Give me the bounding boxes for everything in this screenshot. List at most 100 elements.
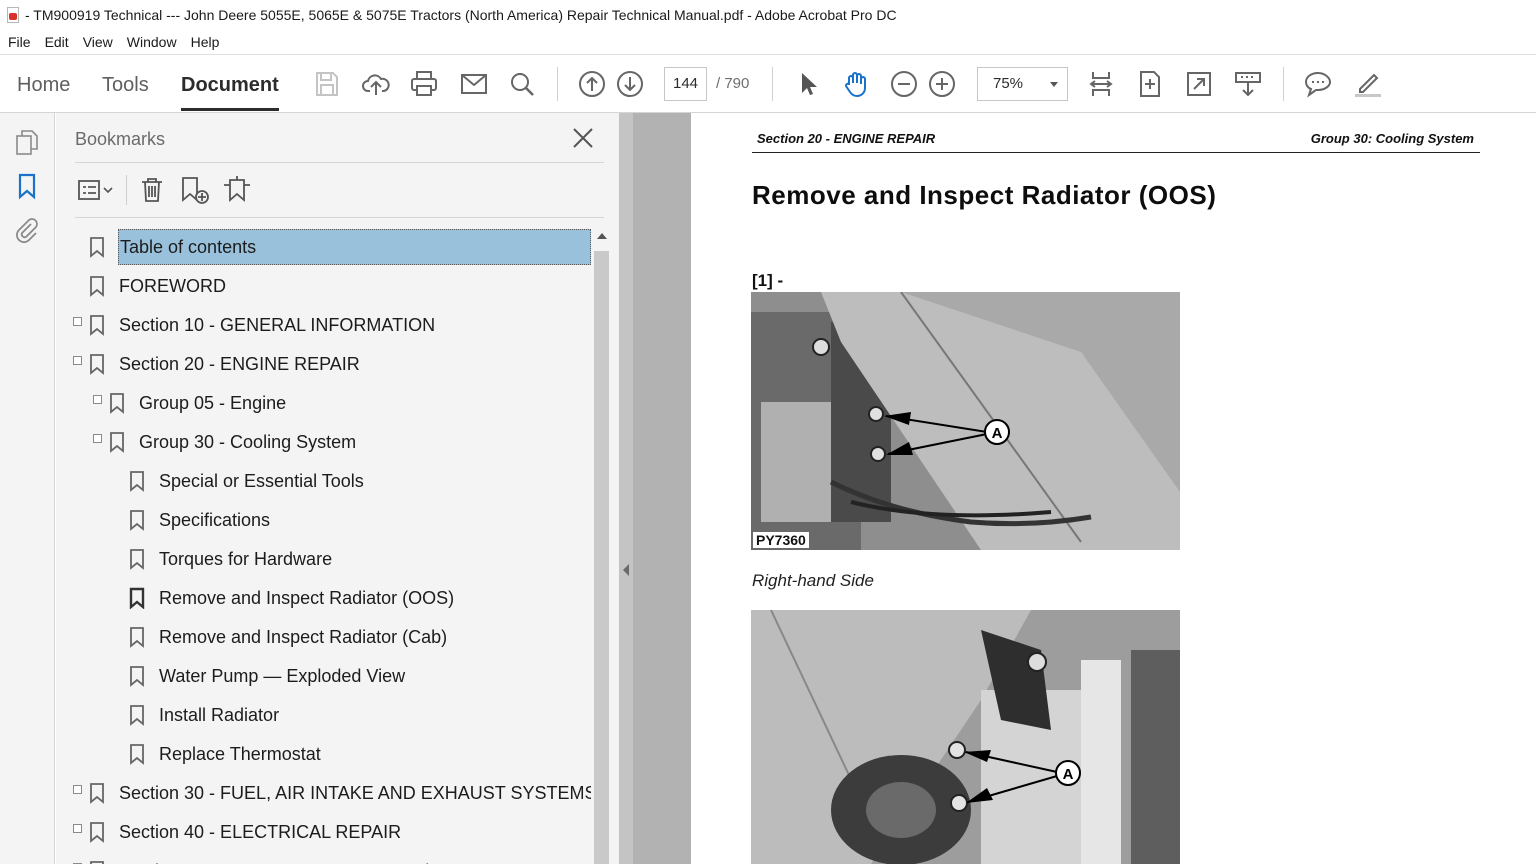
tab-tools[interactable]: Tools	[102, 74, 149, 97]
close-icon[interactable]	[570, 125, 596, 151]
callout-label: A	[992, 425, 1003, 442]
bookmark-item[interactable]: Group 05 - Engine	[109, 385, 287, 421]
bookmark-item-current[interactable]: Remove and Inspect Radiator (OOS)	[129, 580, 455, 616]
menu-bar: File Edit View Window Help	[0, 30, 1536, 54]
email-icon[interactable]	[457, 67, 491, 101]
zoom-out-icon[interactable]	[887, 67, 921, 101]
bookmark-item[interactable]: Remove and Inspect Radiator (Cab)	[129, 619, 448, 655]
cloud-upload-icon[interactable]	[359, 67, 393, 101]
bookmark-item[interactable]: Replace Thermostat	[129, 736, 322, 772]
highlight-pen-icon[interactable]	[1350, 67, 1384, 101]
bookmark-item[interactable]: Special or Essential Tools	[129, 463, 365, 499]
radiator-photo: A	[751, 292, 1180, 550]
next-page-icon[interactable]	[613, 67, 647, 101]
figure-caption: Right-hand Side	[752, 571, 874, 590]
bookmarks-panel: Bookmarks Table of contents FOREWORD Sec…	[56, 113, 619, 864]
attachments-icon[interactable]	[12, 215, 42, 245]
delete-bookmark-icon[interactable]	[137, 173, 167, 207]
bookmark-icon	[90, 861, 104, 864]
bookmark-item[interactable]: FOREWORD	[89, 268, 227, 304]
menu-edit[interactable]: Edit	[45, 34, 69, 50]
bookmark-item[interactable]: Section 40 - ELECTRICAL REPAIR	[89, 814, 402, 850]
expand-toggle[interactable]	[73, 824, 82, 833]
page-thumbnails-icon[interactable]	[12, 127, 42, 157]
print-icon[interactable]	[407, 67, 441, 101]
zoom-value: 75%	[993, 75, 1024, 92]
bookmarks-panel-icon[interactable]	[12, 171, 42, 201]
scroll-mode-icon[interactable]	[1231, 67, 1265, 101]
collapse-panel-handle[interactable]	[619, 113, 633, 864]
bookmark-icon	[130, 666, 144, 687]
divider	[126, 175, 127, 205]
bookmark-icon	[130, 744, 144, 765]
previous-page-icon[interactable]	[575, 67, 609, 101]
menu-view[interactable]: View	[83, 34, 113, 50]
expand-toggle[interactable]	[93, 395, 102, 404]
acrobat-pdf-icon	[5, 6, 21, 24]
window-title: - TM900919 Technical --- John Deere 5055…	[25, 7, 897, 23]
zoom-in-icon[interactable]	[925, 67, 959, 101]
select-cursor-icon[interactable]	[790, 67, 824, 101]
bookmark-options-icon[interactable]	[76, 173, 116, 207]
page-header: Section 20 - ENGINE REPAIR Group 30: Coo…	[752, 131, 1480, 153]
expand-bookmark-icon[interactable]	[220, 173, 254, 207]
bookmark-item[interactable]: Table of contents	[89, 229, 591, 265]
expand-toggle[interactable]	[73, 317, 82, 326]
tab-home[interactable]: Home	[17, 74, 70, 97]
document-view[interactable]: Section 20 - ENGINE REPAIR Group 30: Coo…	[691, 113, 1536, 864]
bookmark-item[interactable]: Section 20 - ENGINE REPAIR	[89, 346, 361, 382]
hand-tool-icon[interactable]	[839, 67, 873, 101]
scrollbar-thumb[interactable]	[594, 251, 609, 864]
bookmark-item[interactable]: Section 30 - FUEL, AIR INTAKE AND EXHAUS…	[89, 775, 591, 811]
bookmark-icon	[90, 315, 104, 336]
save-icon[interactable]	[310, 67, 344, 101]
radiator-photo: A	[751, 610, 1180, 864]
fit-width-icon[interactable]	[1084, 67, 1118, 101]
comment-icon[interactable]	[1301, 67, 1335, 101]
divider	[75, 217, 604, 218]
bookmark-icon	[110, 432, 124, 453]
bookmark-item[interactable]: Specifications	[129, 502, 271, 538]
bookmark-item[interactable]: Section 10 - GENERAL INFORMATION	[89, 307, 436, 343]
tab-document[interactable]: Document	[181, 74, 279, 111]
menu-window[interactable]: Window	[127, 34, 177, 50]
bookmarks-tree: Table of contents FOREWORD Section 10 - …	[56, 229, 591, 864]
bookmark-item[interactable]: Water Pump — Exploded View	[129, 658, 406, 694]
collapse-toggle[interactable]	[73, 356, 82, 365]
bookmark-item[interactable]: Section 50 - POWER TRAIN REPAIR (12X12 P…	[89, 853, 511, 864]
menu-help[interactable]: Help	[191, 34, 220, 50]
callout-label: A	[1063, 766, 1074, 783]
bookmark-icon	[90, 783, 104, 804]
figure-radiator-left: A	[751, 610, 1180, 864]
figure-id-label: PY7360	[753, 532, 809, 548]
fit-page-icon[interactable]	[1133, 67, 1167, 101]
step-number: [1] -	[752, 271, 784, 290]
zoom-select[interactable]: 75%	[977, 67, 1068, 101]
full-screen-icon[interactable]	[1182, 67, 1216, 101]
page-number-input[interactable]: 144	[664, 67, 707, 101]
new-bookmark-icon[interactable]	[178, 173, 212, 207]
expand-toggle[interactable]	[73, 785, 82, 794]
bookmark-item[interactable]: Install Radiator	[129, 697, 280, 733]
bookmarks-scrollbar[interactable]	[593, 229, 610, 864]
bookmark-item[interactable]: Group 30 - Cooling System	[109, 424, 357, 460]
bookmark-icon	[90, 822, 104, 843]
toolbar-separator	[772, 67, 773, 101]
bookmark-icon	[130, 549, 144, 570]
bookmark-icon	[90, 237, 104, 258]
bookmark-icon	[110, 393, 124, 414]
bookmark-icon	[130, 705, 144, 726]
page-title: Remove and Inspect Radiator (OOS)	[752, 180, 1217, 210]
bookmark-icon	[90, 276, 104, 297]
toolbar-separator	[557, 67, 558, 101]
bookmark-item[interactable]: Torques for Hardware	[129, 541, 333, 577]
menu-file[interactable]: File	[8, 34, 31, 50]
collapse-toggle[interactable]	[93, 434, 102, 443]
toolbar-separator	[1283, 67, 1284, 101]
search-icon[interactable]	[505, 67, 539, 101]
scroll-up-arrow-icon[interactable]	[597, 233, 607, 239]
bookmark-icon	[130, 627, 144, 648]
bookmark-icon	[90, 354, 104, 375]
panel-title: Bookmarks	[75, 129, 166, 149]
chevron-down-icon	[1050, 82, 1058, 87]
